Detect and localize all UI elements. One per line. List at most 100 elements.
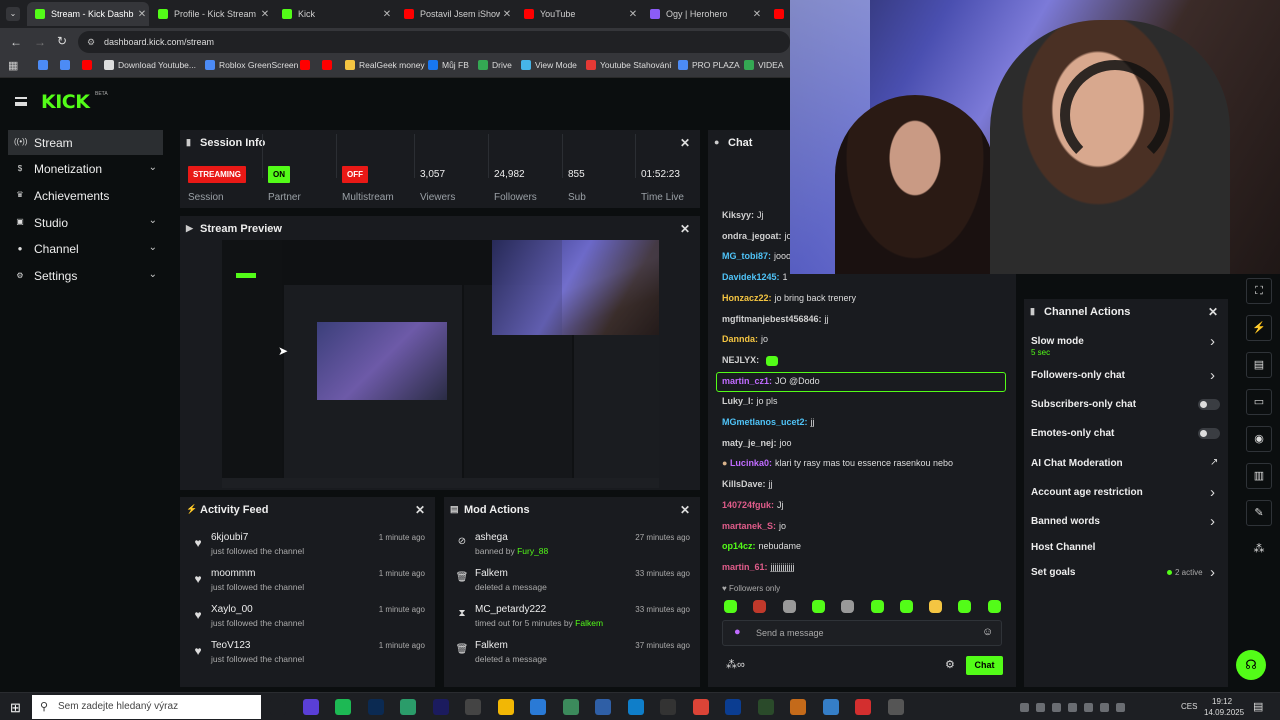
chat-message[interactable]: KillsDave: jj (722, 479, 773, 489)
folder-icon[interactable] (497, 699, 514, 715)
toggle-switch[interactable] (1198, 428, 1220, 439)
tab-close-icon[interactable]: ✕ (380, 9, 394, 20)
emote-icon[interactable] (929, 600, 943, 613)
users-icon[interactable]: ⁂ (1246, 537, 1272, 563)
microphone-icon[interactable]: ● (734, 626, 741, 638)
tab-search-icon[interactable]: ⌄ (6, 7, 20, 21)
chat-message[interactable]: 140724fguk: Jj (722, 500, 784, 510)
chat-username[interactable]: martanek_S: (722, 521, 776, 531)
support-icon[interactable]: ☊ (1236, 650, 1266, 680)
task-view-icon[interactable] (270, 699, 286, 715)
activity-item[interactable]: ♥ moommm just followed the channel 1 minute… (180, 563, 435, 599)
emote-icon[interactable] (753, 600, 767, 613)
chevron-right-icon[interactable]: › (1210, 484, 1215, 501)
tray-icon[interactable] (1052, 703, 1061, 712)
browser-tab[interactable]: Ogy | Herohero ✕ (642, 2, 764, 26)
app-icon[interactable] (660, 699, 676, 715)
bookmark-item[interactable]: VIDEA (744, 60, 784, 70)
bookmark-item[interactable] (60, 60, 74, 70)
bookmark-item[interactable]: Download Youtube... (104, 60, 196, 70)
tab-close-icon[interactable]: ✕ (500, 9, 514, 20)
message-icon[interactable]: ▭ (1246, 389, 1272, 415)
app-icon[interactable] (725, 699, 741, 715)
taskbar-date[interactable]: 14.09.2025 (1204, 708, 1244, 717)
chat-username[interactable]: Kiksyy: (722, 210, 754, 220)
chat-message[interactable]: Kiksyy: Jj (722, 210, 764, 220)
mod-username[interactable]: Falkem (475, 640, 508, 651)
store-icon[interactable] (465, 699, 481, 715)
close-icon[interactable]: ✕ (680, 503, 690, 517)
sidebar-item-channel[interactable]: ● Channel ⌄ (8, 237, 163, 262)
bookmark-item[interactable]: RealGeek money (345, 60, 425, 70)
chat-username[interactable]: Davidek1245: (722, 272, 780, 282)
external-link-icon[interactable]: ↗ (1210, 457, 1218, 468)
site-info-icon[interactable]: ⚙ (87, 31, 95, 53)
fullscreen-icon[interactable]: ⛶ (1246, 278, 1272, 304)
chat-username[interactable]: KillsDave: (722, 479, 766, 489)
app-icon[interactable] (530, 699, 546, 715)
browser-tab[interactable]: Postavil Jsem iShowS ✕ (396, 2, 514, 26)
bookmark-item[interactable]: View Mode (521, 60, 577, 70)
toggle-switch[interactable] (1198, 399, 1220, 410)
forward-icon[interactable]: → (34, 35, 46, 49)
photoshop-icon[interactable] (367, 699, 384, 715)
app-icon[interactable] (595, 699, 611, 715)
chat-message[interactable]: maty_je_nej: joo (722, 438, 792, 448)
activity-item[interactable]: ♥ TeoV123 just followed the channel 1 minut… (180, 635, 435, 671)
chevron-right-icon[interactable]: › (1210, 564, 1215, 581)
activity-item[interactable]: ♥ Xaylo_00 just followed the channel 1 minu… (180, 599, 435, 635)
mod-action-item[interactable]: ⊘ ashega banned by Fury_88 27 minutes ago (444, 527, 700, 563)
bookmark-item[interactable]: Youtube Stahování (586, 60, 672, 70)
chevron-down-icon[interactable]: ⌄ (149, 215, 157, 226)
chevron-down-icon[interactable]: ⌄ (149, 269, 157, 280)
chat-message[interactable]: NEJLYX: (722, 355, 779, 366)
chat-username[interactable]: ondra_jegoat: (722, 231, 782, 241)
mod-action-item[interactable]: 🗑 Falkem deleted a message 33 minutes ago (444, 563, 700, 599)
chat-message[interactable]: Dannda: jo (722, 334, 768, 344)
chat-username[interactable]: op14cz: (722, 541, 756, 551)
mod-action-item[interactable]: ⧗ MC_petardy222 timed out for 5 minutes by… (444, 599, 700, 635)
tray-icon[interactable] (1084, 703, 1093, 712)
chat-message[interactable]: martin_61: jjjjjjjjjjjj (722, 562, 795, 572)
sidebar-item-studio[interactable]: ▣ Studio ⌄ (8, 210, 163, 235)
chat-username[interactable]: Honzacz22: (722, 293, 772, 303)
tab-close-icon[interactable]: ✕ (750, 9, 764, 20)
chat-message[interactable]: Luky_I: jo pls (722, 396, 778, 406)
layout-icon[interactable]: ▥ (1246, 463, 1272, 489)
chat-username[interactable]: NEJLYX: (722, 355, 759, 365)
app-icon[interactable] (400, 699, 416, 715)
back-icon[interactable]: ← (10, 35, 22, 49)
chevron-right-icon[interactable]: › (1210, 367, 1215, 384)
menu-icon[interactable] (15, 97, 27, 106)
mod-username[interactable]: MC_petardy222 (475, 604, 546, 615)
settings-icon[interactable] (887, 699, 904, 715)
activity-username[interactable]: moommm (211, 568, 255, 579)
tray-icon[interactable] (1100, 703, 1109, 712)
windows-start-icon[interactable]: ⊞ (10, 700, 21, 716)
activity-item[interactable]: ♥ 6kjoubi7 just followed the channel 1 minu… (180, 527, 435, 563)
chat-username[interactable]: martin_cz1: (722, 376, 772, 386)
tray-icon[interactable] (1068, 703, 1077, 712)
close-icon[interactable]: ✕ (1208, 305, 1218, 319)
app-icon[interactable] (562, 699, 579, 715)
taskbar-search[interactable]: ⚲ Sem zadejte hledaný výraz (32, 695, 261, 719)
chevron-right-icon[interactable]: › (1210, 513, 1215, 530)
activity-username[interactable]: 6kjoubi7 (211, 532, 248, 543)
close-icon[interactable]: ✕ (415, 503, 425, 517)
tray-icon[interactable] (1036, 703, 1045, 712)
bookmark-item[interactable]: Můj FB (428, 60, 469, 70)
notifications-icon[interactable]: ▤ (1253, 700, 1263, 713)
address-bar[interactable]: ⚙ dashboard.kick.com/stream (78, 31, 790, 53)
chat-username[interactable]: 140724fguk: (722, 500, 774, 510)
bookmark-item[interactable] (322, 60, 336, 70)
chat-message[interactable]: op14cz: nebudame (722, 541, 801, 551)
app-icon[interactable] (822, 699, 839, 715)
emote-icon[interactable] (958, 600, 972, 613)
browser-tab[interactable]: YouTube ✕ (516, 2, 640, 26)
browser-tab[interactable]: Kick ✕ (274, 2, 394, 26)
browser-tab[interactable]: Stream - Kick Dashb ✕ (27, 2, 149, 26)
chat-username[interactable]: Lucinka0: (730, 458, 772, 468)
emote-icon[interactable] (870, 600, 884, 613)
mod-by-user[interactable]: Fury_88 (517, 546, 548, 556)
premiere-icon[interactable] (432, 699, 449, 715)
